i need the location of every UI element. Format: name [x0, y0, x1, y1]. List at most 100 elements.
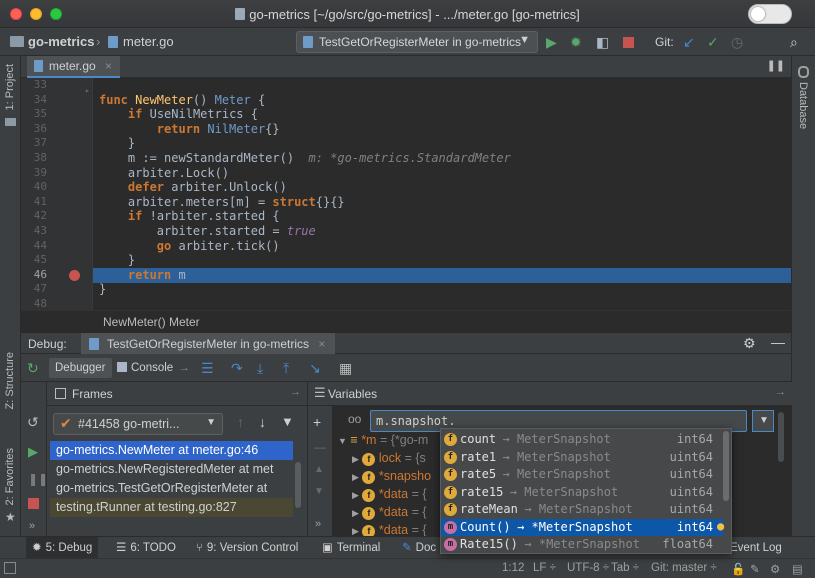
expand-arrow-icon[interactable]: ▶: [352, 454, 359, 464]
frames-list-icon[interactable]: ☰: [201, 360, 214, 377]
pause-program-icon[interactable]: ❚❚: [28, 472, 48, 486]
completion-item[interactable]: f rate5 → MeterSnapshot uint64: [441, 466, 723, 484]
frames-title: Frames: [72, 387, 113, 401]
variable-row[interactable]: ▶ f *data = {: [352, 503, 427, 521]
more-icon[interactable]: »: [315, 518, 321, 530]
file-encoding[interactable]: UTF-8 ÷: [567, 562, 609, 574]
toolwindow-debug[interactable]: ✹ 5: Debug: [26, 537, 99, 559]
expand-arrow-icon[interactable]: ▶: [352, 508, 359, 518]
line-separator[interactable]: LF ÷: [533, 562, 556, 574]
code-editor[interactable]: ▸ 33 34 35 36 37 38 39 40 41 42 43 44 45 46 47 48 func …: [21, 78, 791, 310]
frames-scrollbar[interactable]: [295, 462, 301, 508]
git-update-icon[interactable]: ↙: [683, 34, 695, 51]
memory-icon[interactable]: ⚙: [770, 562, 780, 576]
toolwindow-event-log[interactable]: Event Log: [724, 537, 788, 559]
completion-item[interactable]: m Count() → *MeterSnapshot int64: [441, 518, 723, 536]
lightbulb-icon[interactable]: ●: [717, 519, 724, 533]
frame-item[interactable]: go-metrics.TestGetOrRegisterMeter at: [50, 479, 293, 498]
more-icon[interactable]: »: [29, 520, 35, 532]
favorites-tool-button[interactable]: 2: Favorites: [4, 448, 16, 505]
expand-arrow-icon[interactable]: ▼: [338, 436, 347, 446]
toolwindow-terminal[interactable]: ▣ Terminal: [316, 537, 386, 559]
step-into-icon[interactable]: ⤓: [257, 360, 263, 377]
caret-position[interactable]: 1:12: [502, 562, 524, 574]
hector-icon[interactable]: ✎: [750, 562, 760, 576]
arrow-down-icon[interactable]: ↓: [259, 414, 266, 430]
history-icon[interactable]: ◷: [731, 34, 743, 51]
expand-arrow-icon[interactable]: ▶: [352, 472, 359, 482]
resume-icon[interactable]: ▶: [28, 444, 38, 460]
arrow-up-icon[interactable]: ↑: [237, 414, 244, 430]
indent-setting[interactable]: Tab ÷: [611, 562, 639, 574]
pin-icon[interactable]: →: [290, 386, 301, 398]
tab-debugger[interactable]: Debugger: [49, 358, 112, 378]
expand-arrow-icon[interactable]: ▶: [352, 526, 359, 536]
tab-console[interactable]: Console →: [111, 358, 196, 378]
frame-item[interactable]: go-metrics.NewRegisteredMeter at met: [50, 460, 293, 479]
completion-item[interactable]: f rate1 → MeterSnapshot uint64: [441, 449, 723, 467]
function-breadcrumb[interactable]: NewMeter() Meter: [103, 315, 200, 329]
toggle-tool-windows-icon[interactable]: [4, 562, 16, 574]
breadcrumb-file[interactable]: meter.go: [123, 34, 174, 49]
completion-scrollbar[interactable]: [723, 431, 729, 501]
stop-icon[interactable]: [623, 37, 634, 48]
run-to-cursor-icon[interactable]: ↘: [309, 360, 321, 377]
variable-row[interactable]: ▶ f lock = {s: [352, 449, 426, 467]
breakpoint-icon[interactable]: [69, 270, 80, 281]
pin-icon[interactable]: →: [775, 386, 786, 398]
editor-tabs: meter.go × ❚❚: [21, 56, 791, 78]
frame-item[interactable]: go-metrics.NewMeter at meter.go:46: [50, 441, 293, 460]
coverage-icon[interactable]: ◧: [596, 34, 609, 51]
completion-item[interactable]: m Rate15() → *MeterSnapshot float64: [441, 536, 723, 554]
git-commit-icon[interactable]: ✓: [707, 34, 719, 51]
run-icon[interactable]: ▶: [546, 34, 557, 51]
tab-meter-go[interactable]: meter.go ×: [27, 56, 121, 78]
close-tab-icon[interactable]: ×: [105, 59, 112, 73]
refresh-icon[interactable]: ↺: [27, 414, 39, 431]
lock-icon[interactable]: 🔓: [731, 562, 745, 576]
expand-arrow-icon[interactable]: ▶: [352, 490, 359, 500]
frame-item[interactable]: testing.tRunner at testing.go:827: [50, 498, 293, 517]
toggle-switch[interactable]: [748, 4, 792, 24]
search-icon[interactable]: ⌕: [790, 34, 798, 51]
variable-row[interactable]: ▶ f *snapsho: [352, 467, 431, 485]
stop-icon[interactable]: [28, 498, 39, 509]
pause-icon[interactable]: ❚❚: [767, 59, 785, 72]
editor-breadcrumb-bar: NewMeter() Meter: [21, 310, 791, 332]
fold-icon[interactable]: ▸: [85, 86, 90, 95]
variable-row[interactable]: ▼ ≡ *m = {*go-m: [338, 431, 428, 449]
toolwindow-vcs[interactable]: ⑂ 9: Version Control: [190, 537, 304, 559]
add-watch-icon[interactable]: +: [313, 414, 321, 430]
evaluate-icon[interactable]: ▦: [339, 360, 352, 377]
completion-item[interactable]: f rate15 → MeterSnapshot uint64: [441, 484, 723, 502]
step-over-icon[interactable]: ↷: [231, 360, 243, 377]
close-tab-icon[interactable]: ×: [318, 337, 325, 351]
completion-item[interactable]: f rateMean → MeterSnapshot uint64: [441, 501, 723, 519]
move-down-icon[interactable]: ▼: [314, 486, 324, 497]
toolwindow-todo[interactable]: ☰ 6: TODO: [110, 537, 182, 559]
project-tool-button[interactable]: 1: Project: [4, 64, 16, 110]
completion-item[interactable]: f count → MeterSnapshot int64: [441, 431, 723, 449]
notification-icon[interactable]: ▤: [792, 562, 803, 576]
variable-row[interactable]: ▶ f *data = {: [352, 485, 427, 503]
hide-icon[interactable]: —: [771, 334, 785, 350]
thread-select[interactable]: ✔ #41458 go-metri... ▼: [53, 413, 223, 435]
move-up-icon[interactable]: ▲: [314, 464, 324, 475]
debug-session-tab[interactable]: TestGetOrRegisterMeter in go-metrics ×: [81, 333, 336, 355]
variables-scrollbar[interactable]: [778, 412, 784, 462]
structure-tool-button[interactable]: Z: Structure: [4, 352, 16, 409]
toolwindow-debug-label: 5: Debug: [45, 542, 93, 554]
git-branch[interactable]: Git: master ÷: [651, 562, 717, 574]
toolwindow-doc[interactable]: ✎ Doc: [396, 537, 442, 559]
code-token: {}: [265, 121, 280, 136]
filter-icon[interactable]: ▼: [281, 414, 294, 429]
expression-history-dropdown[interactable]: ▼: [752, 410, 774, 432]
gear-icon[interactable]: ⚙: [743, 335, 756, 352]
debug-icon[interactable]: ✹: [570, 34, 582, 51]
rerun-icon[interactable]: ↻: [27, 360, 39, 377]
database-tool-button[interactable]: Database: [797, 82, 809, 129]
run-configuration-select[interactable]: TestGetOrRegisterMeter in go-metrics ▼: [296, 31, 538, 53]
breadcrumb-project[interactable]: go-metrics: [28, 34, 94, 49]
remove-watch-icon[interactable]: —: [314, 440, 326, 454]
step-out-icon[interactable]: ⤒: [283, 360, 289, 377]
